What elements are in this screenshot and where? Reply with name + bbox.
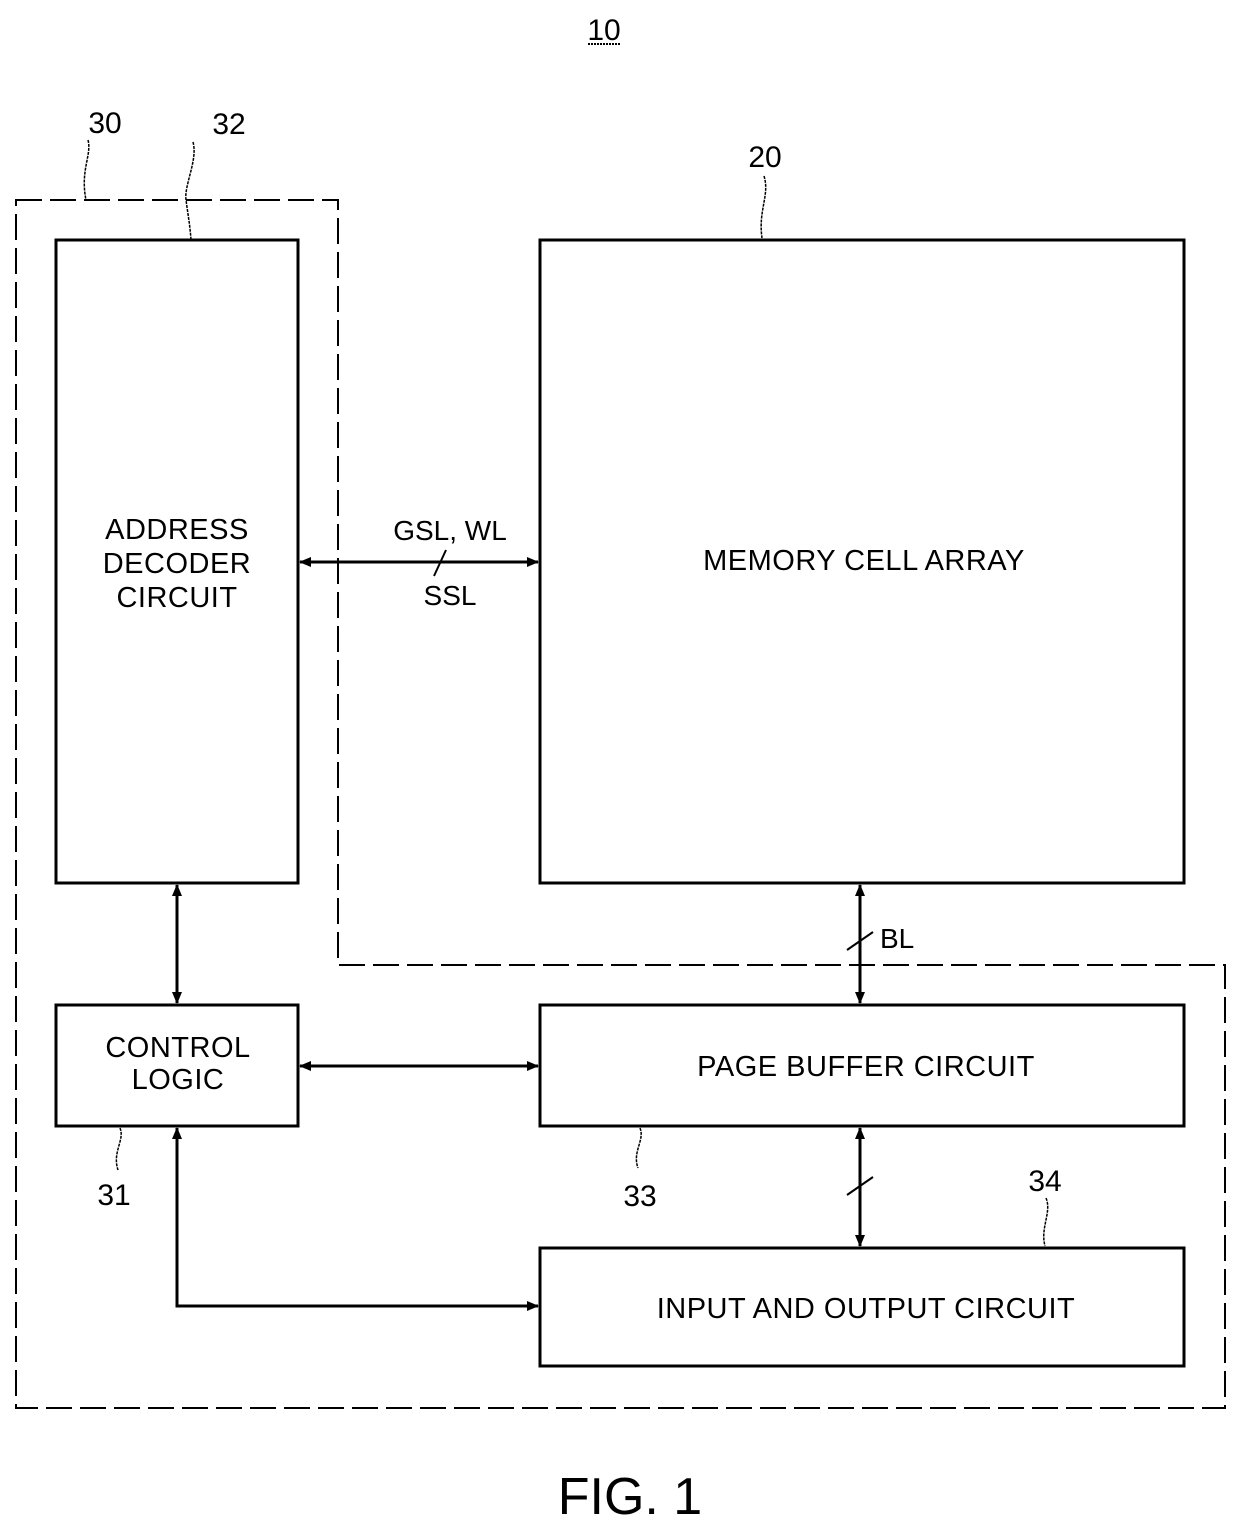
- figure-ref-number: 10: [587, 14, 620, 47]
- block-diagram: 10 30 32 20 ADDRESS DECODER CIRCUIT MEMO…: [15, 14, 1226, 1526]
- page-buffer-label: PAGE BUFFER CIRCUIT: [697, 1051, 1035, 1083]
- memory-cell-array-ref: 20: [748, 141, 781, 174]
- row-lines-label-top: GSL, WL: [393, 515, 507, 546]
- memory-cell-array-label: MEMORY CELL ARRAY: [703, 545, 1025, 577]
- address-decoder-label-line-3: CIRCUIT: [116, 582, 237, 614]
- control-logic-label-line-1: CONTROL: [105, 1032, 250, 1064]
- io-circuit-ref: 34: [1028, 1165, 1061, 1198]
- address-decoder-label-line-1: ADDRESS: [105, 514, 249, 546]
- peripheral-region-ref: 30: [88, 107, 121, 140]
- address-decoder-label-line-2: DECODER: [103, 548, 252, 580]
- memory-cell-array-leader: [760, 175, 767, 239]
- control-io-arrow: [172, 1127, 539, 1311]
- page-buffer-leader: [635, 1127, 642, 1169]
- control-logic-ref: 31: [97, 1179, 130, 1212]
- row-lines-label-bottom: SSL: [424, 580, 477, 611]
- address-decoder-leader: [185, 141, 195, 241]
- figure-caption: FIG. 1: [558, 1468, 702, 1526]
- bitline-label: BL: [880, 923, 914, 954]
- control-logic-label-line-2: LOGIC: [132, 1064, 225, 1096]
- io-circuit-leader: [1043, 1197, 1049, 1247]
- page-buffer-ref: 33: [623, 1180, 656, 1213]
- control-logic-leader: [115, 1127, 122, 1171]
- peripheral-region-leader: [83, 139, 90, 201]
- io-circuit-label: INPUT AND OUTPUT CIRCUIT: [657, 1293, 1076, 1325]
- address-decoder-ref: 32: [212, 108, 245, 141]
